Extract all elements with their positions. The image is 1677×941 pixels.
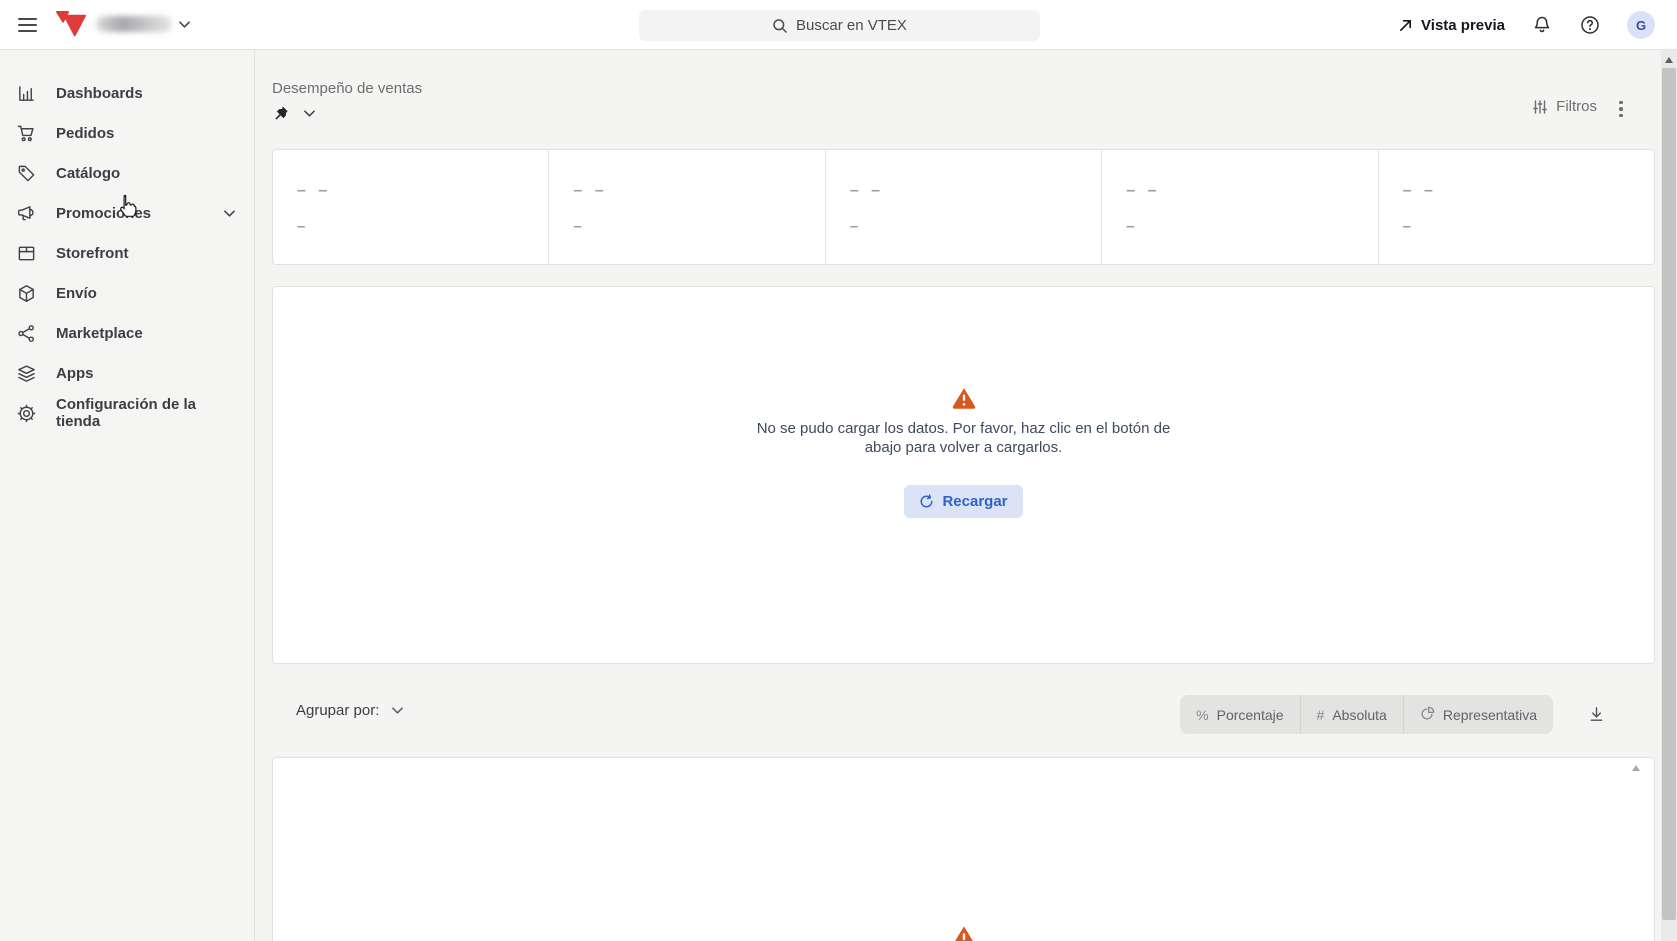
stat-cards-row: – – – – – – – – – – – – – – – <box>272 149 1655 265</box>
sidebar-item-label: Configuración de la tienda <box>56 396 236 430</box>
sidebar-item-pedidos[interactable]: Pedidos <box>0 113 254 153</box>
help-button[interactable] <box>1579 14 1601 36</box>
search-placeholder: Buscar en VTEX <box>796 17 907 34</box>
sidebar-item-promociones[interactable]: Promociones <box>0 193 254 233</box>
stat-sub-placeholder: – <box>297 218 548 235</box>
stat-sub-placeholder: – <box>850 218 1101 235</box>
sidebar-item-storefront[interactable]: Storefront <box>0 233 254 273</box>
refresh-icon <box>919 494 934 509</box>
sidebar-item-apps[interactable]: Apps <box>0 353 254 393</box>
stat-sub-placeholder: – <box>1126 218 1377 235</box>
toggle-porcentaje[interactable]: % Porcentaje <box>1180 695 1300 734</box>
more-options-button[interactable] <box>1611 97 1631 121</box>
warning-icon <box>951 925 977 941</box>
page-title: Desempeño de ventas <box>272 80 422 97</box>
sidebar-item-label: Envío <box>56 285 236 302</box>
storefront-icon <box>16 243 36 263</box>
stat-card: – – – <box>273 150 549 264</box>
stat-value-placeholder: – – <box>297 182 548 200</box>
toggle-representativa[interactable]: Representativa <box>1404 695 1553 734</box>
account-name-blurred[interactable] <box>96 16 172 32</box>
toggle-label: Porcentaje <box>1217 707 1284 723</box>
scrollbar-thumb[interactable] <box>1662 68 1676 920</box>
help-icon <box>1580 15 1600 35</box>
megaphone-icon <box>16 203 36 223</box>
sidebar-item-configuracion[interactable]: Configuración de la tienda <box>0 393 254 433</box>
sidebar-item-marketplace[interactable]: Marketplace <box>0 313 254 353</box>
sidebar-item-envio[interactable]: Envío <box>0 273 254 313</box>
download-button[interactable] <box>1584 702 1608 726</box>
share-icon <box>16 323 36 343</box>
bell-icon <box>1532 15 1552 35</box>
package-icon <box>16 283 36 303</box>
stat-value-placeholder: – – <box>1126 182 1377 200</box>
chevron-down-icon[interactable] <box>303 107 316 120</box>
filters-button[interactable]: Filtros <box>1532 98 1597 115</box>
tag-icon <box>16 163 36 183</box>
error-message-line2: abajo para volver a cargarlos. <box>757 438 1171 457</box>
sidebar-item-label: Storefront <box>56 245 236 262</box>
sidebar-item-label: Pedidos <box>56 125 236 142</box>
group-by-label: Agrupar por: <box>296 702 379 719</box>
sliders-icon <box>1532 99 1548 115</box>
reload-button[interactable]: Recargar <box>904 485 1022 518</box>
bar-chart-icon <box>16 83 36 103</box>
chart-error-panel: No se pudo cargar los datos. Por favor, … <box>272 286 1655 664</box>
sidebar-item-dashboards[interactable]: Dashboards <box>0 73 254 113</box>
toggle-label: Representativa <box>1443 707 1537 723</box>
sidebar-item-catalogo[interactable]: Catálogo <box>0 153 254 193</box>
arrow-up-right-icon <box>1398 18 1413 33</box>
filters-label: Filtros <box>1556 98 1597 115</box>
toggle-label: Absoluta <box>1332 707 1386 723</box>
hash-icon: # <box>1317 707 1325 723</box>
inner-scroll-up-icon[interactable] <box>1632 765 1640 771</box>
stat-value-placeholder: – – <box>573 182 824 200</box>
cart-icon <box>16 123 36 143</box>
preview-button[interactable]: Vista previa <box>1398 17 1505 34</box>
sidebar-item-label: Dashboards <box>56 85 236 102</box>
search-icon <box>772 18 788 34</box>
download-icon <box>1588 706 1605 723</box>
warning-icon <box>952 387 976 409</box>
main-content: Desempeño de ventas Filtros – – – – – – … <box>255 50 1677 941</box>
sidebar-item-label: Apps <box>56 365 236 382</box>
sidebar-item-label: Catálogo <box>56 165 236 182</box>
gear-icon <box>16 403 36 423</box>
preview-label: Vista previa <box>1421 17 1505 34</box>
stat-card: – – – <box>1102 150 1378 264</box>
layers-icon <box>16 363 36 383</box>
view-mode-segmented-control: % Porcentaje # Absoluta Representativa <box>1180 695 1553 734</box>
vtex-logo[interactable] <box>56 10 86 40</box>
stat-value-placeholder: – – <box>1403 182 1654 200</box>
stat-card: – – – <box>826 150 1102 264</box>
scroll-up-icon[interactable] <box>1665 57 1673 63</box>
stat-value-placeholder: – – <box>850 182 1101 200</box>
notifications-button[interactable] <box>1531 14 1553 36</box>
stat-card: – – – <box>1379 150 1654 264</box>
stat-sub-placeholder: – <box>573 218 824 235</box>
stat-card: – – – <box>549 150 825 264</box>
sidebar-item-label: Promociones <box>56 205 203 222</box>
reload-label: Recargar <box>942 493 1007 510</box>
percent-icon: % <box>1196 707 1208 723</box>
chevron-down-icon <box>391 704 404 717</box>
group-by-dropdown[interactable]: Agrupar por: <box>296 702 404 719</box>
pie-chart-icon <box>1420 706 1435 724</box>
avatar[interactable]: G <box>1627 11 1655 39</box>
pin-icon[interactable] <box>272 105 289 122</box>
hamburger-icon[interactable] <box>18 13 42 37</box>
error-message-line1: No se pudo cargar los datos. Por favor, … <box>757 419 1171 438</box>
top-bar: Buscar en VTEX Vista previa G <box>0 0 1677 50</box>
page-scrollbar[interactable] <box>1661 50 1677 941</box>
sidebar-item-label: Marketplace <box>56 325 236 342</box>
table-error-panel <box>272 757 1655 941</box>
table-toolbar: Agrupar por: % Porcentaje # Absoluta <box>272 664 1655 757</box>
search-input[interactable]: Buscar en VTEX <box>639 10 1040 41</box>
chevron-down-icon[interactable] <box>178 18 191 31</box>
chevron-down-icon <box>223 207 236 220</box>
sidebar: Dashboards Pedidos Catálogo Promociones … <box>0 50 255 941</box>
toggle-absoluta[interactable]: # Absoluta <box>1301 695 1404 734</box>
stat-sub-placeholder: – <box>1403 218 1654 235</box>
